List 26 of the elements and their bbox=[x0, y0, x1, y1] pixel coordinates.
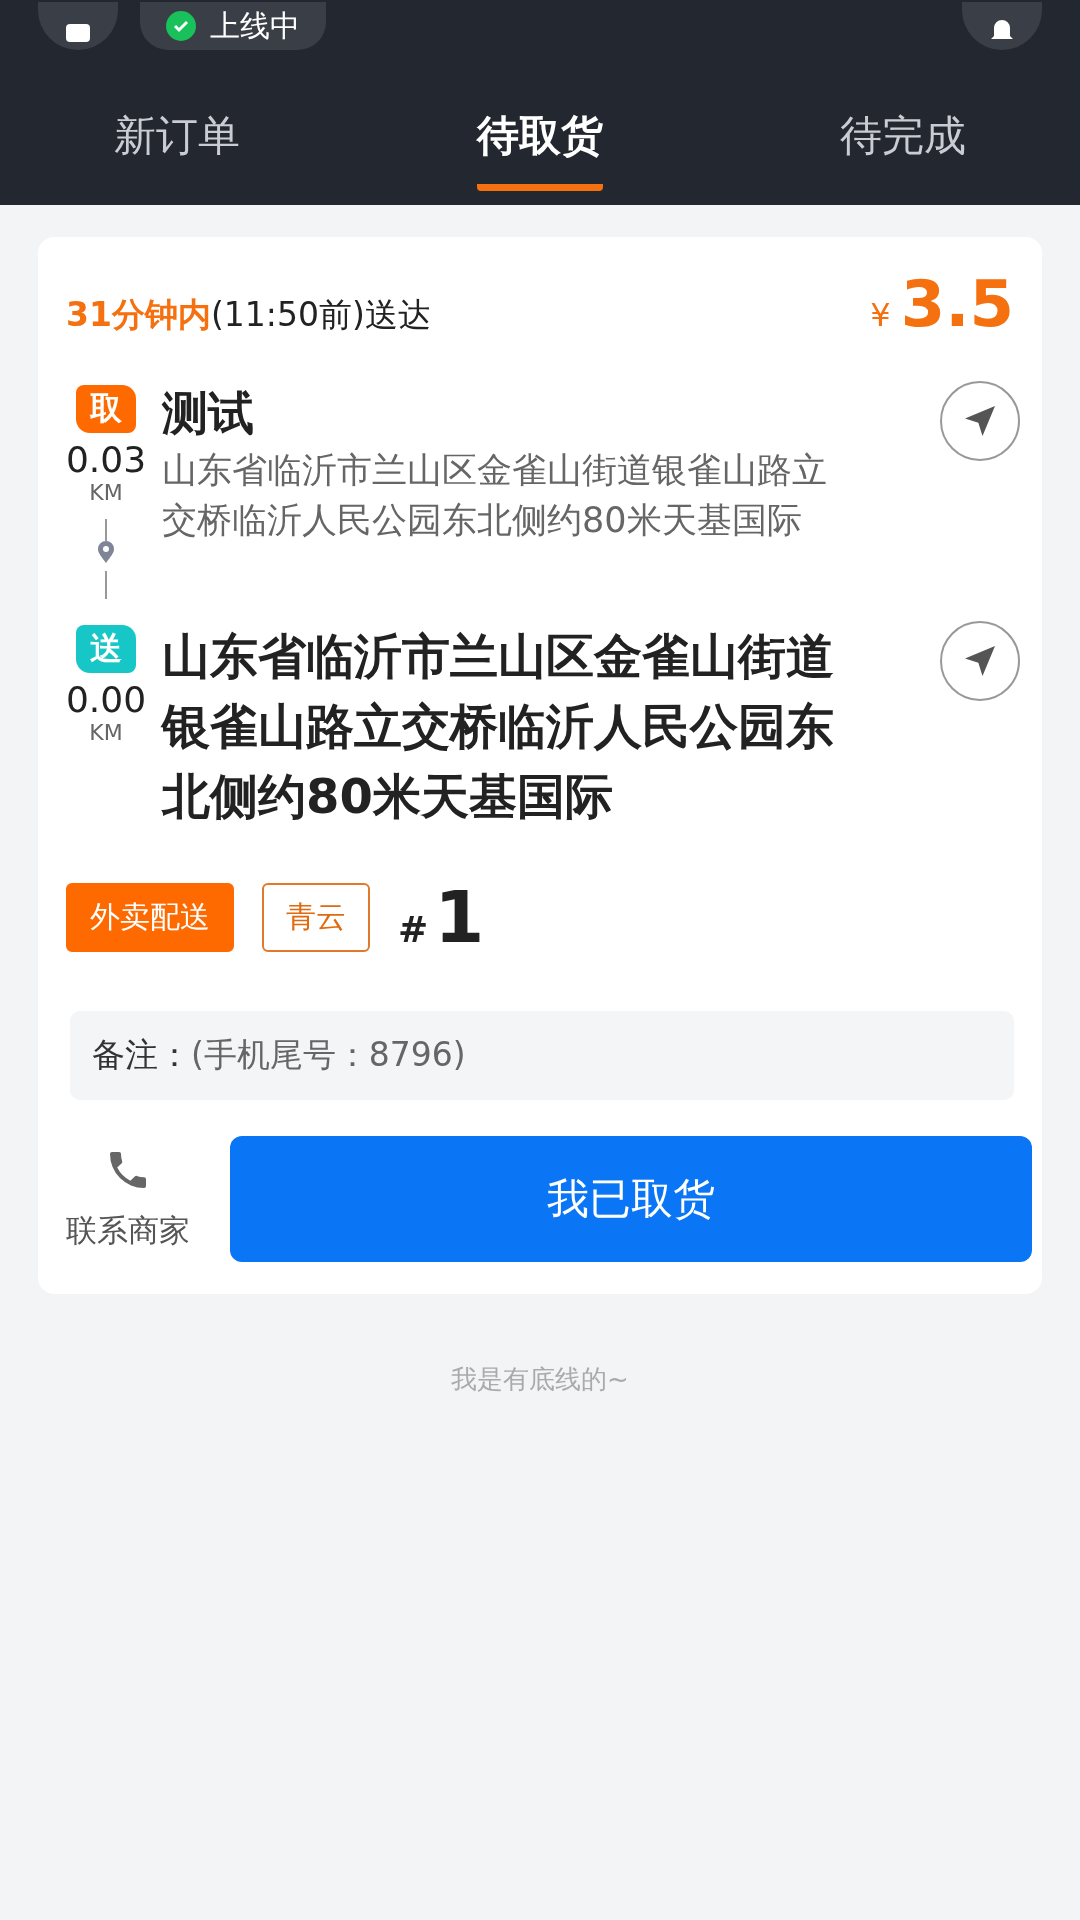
check-icon bbox=[166, 11, 196, 41]
picked-up-button[interactable]: 我已取货 bbox=[230, 1136, 1032, 1262]
currency-symbol: ¥ bbox=[870, 296, 891, 334]
contact-merchant-button[interactable]: 联系商家 bbox=[66, 1146, 190, 1252]
stop-badge: 送 bbox=[76, 625, 136, 673]
distance-unit: KM bbox=[89, 720, 123, 745]
order-tag: 外卖配送 bbox=[66, 882, 234, 952]
tab[interactable]: 待取货 bbox=[477, 102, 603, 191]
order-price: 3.5 bbox=[900, 267, 1014, 341]
tab[interactable]: 待完成 bbox=[840, 102, 966, 191]
order-note: 备注：(手机尾号：8796) bbox=[70, 1011, 1014, 1100]
delivery-address: 山东省临沂市兰山区金雀山街道银雀山路立交桥临沂人民公园东北侧约80米天基国际 bbox=[162, 627, 835, 826]
notifications-button[interactable] bbox=[962, 2, 1042, 50]
pickup-address: 山东省临沂市兰山区金雀山街道银雀山路立交桥临沂人民公园东北侧约80米天基国际 bbox=[162, 449, 828, 542]
order-number: #1 bbox=[398, 875, 485, 959]
distance-unit: KM bbox=[89, 480, 123, 505]
distance-text: 0.03 bbox=[65, 439, 147, 480]
profile-button[interactable] bbox=[38, 2, 118, 50]
online-status-button[interactable]: 上线中 bbox=[140, 2, 326, 50]
end-of-list-text: 我是有底线的~ bbox=[450, 1363, 630, 1396]
store-name: 测试 bbox=[162, 385, 255, 442]
delivery-deadline: 31分钟内(11:50前)送达 bbox=[66, 294, 431, 336]
tab[interactable]: 新订单 bbox=[114, 102, 240, 191]
distance-text: 0.00 bbox=[65, 679, 147, 720]
order-tag: 青云 bbox=[262, 882, 370, 952]
stop-badge: 取 bbox=[76, 385, 136, 433]
